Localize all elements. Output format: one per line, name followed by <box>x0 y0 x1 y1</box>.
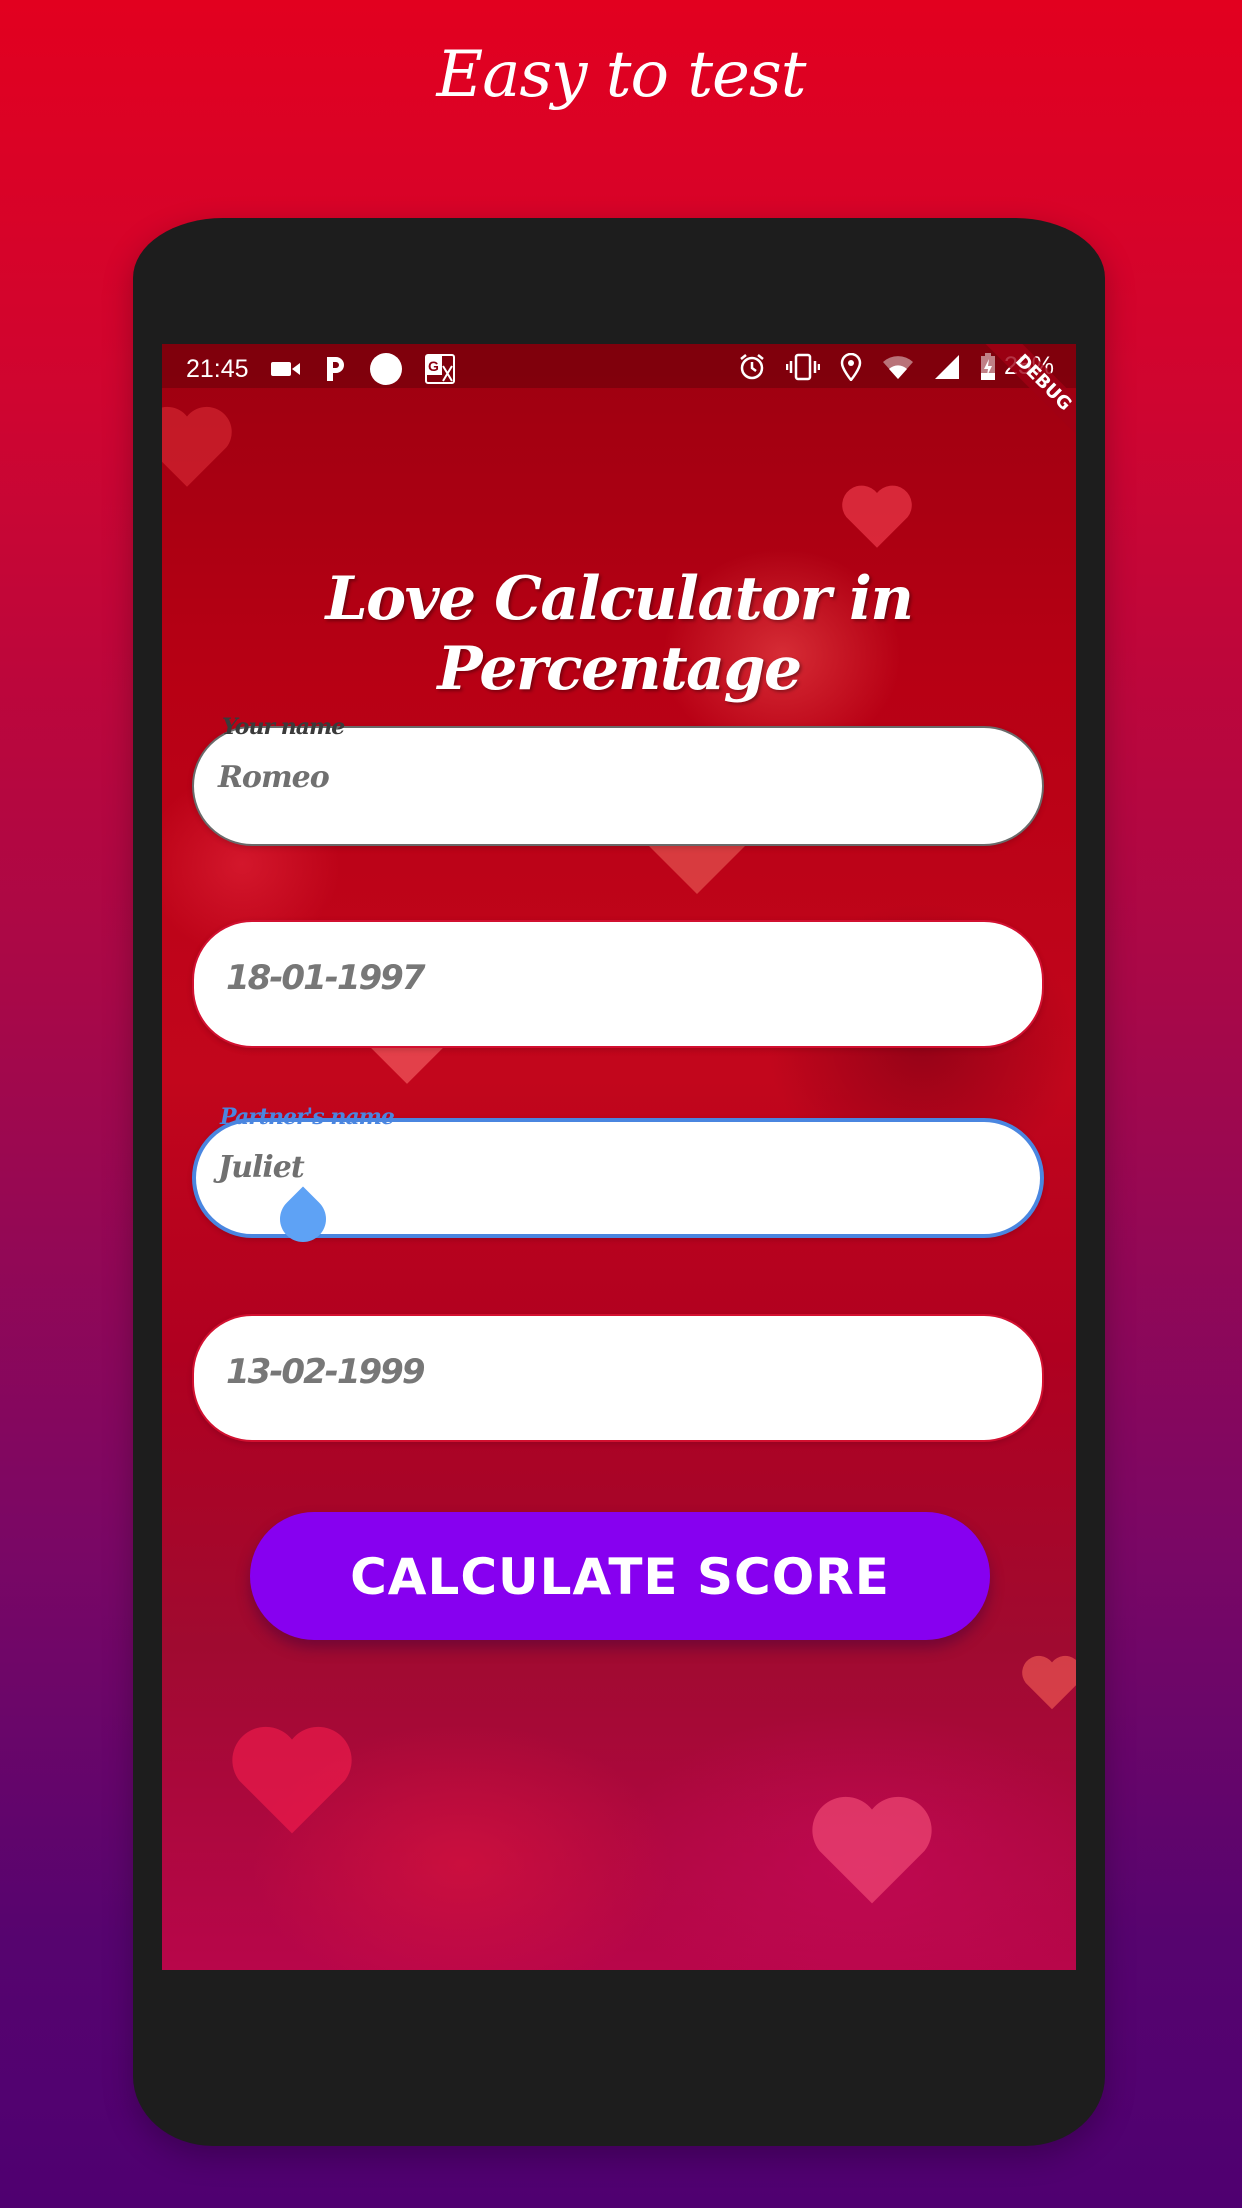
partner-birthdate-value[interactable]: 13-02-1999 <box>226 1352 425 1392</box>
text-cursor-handle[interactable] <box>270 1186 336 1252</box>
status-time: 21:45 <box>186 354 249 383</box>
partner-name-field[interactable]: Partner's name Juliet <box>192 1104 1044 1252</box>
app-screen: 21:45 G DEBUG Love Calculator in Percent… <box>162 344 1076 1970</box>
location-icon <box>840 352 862 381</box>
heart-decoration <box>232 1726 352 1834</box>
your-name-label: Your name <box>222 714 345 740</box>
calculate-score-button[interactable]: CALCULATE SCORE <box>250 1512 990 1640</box>
your-name-value[interactable]: Romeo <box>218 760 330 795</box>
heart-decoration <box>842 485 912 548</box>
svg-text:G: G <box>428 358 439 374</box>
app-title: Love Calculator in Percentage <box>325 564 914 704</box>
vibrate-icon <box>785 353 820 381</box>
wifi-icon <box>882 354 914 380</box>
partner-name-label: Partner's name <box>220 1104 395 1130</box>
your-name-field[interactable]: Your name Romeo <box>192 714 1044 846</box>
heart-decoration <box>812 1796 932 1904</box>
alarm-icon <box>738 353 766 381</box>
parking-app-icon <box>323 355 347 383</box>
your-birthdate-field[interactable]: 18-01-1997 <box>192 920 1044 1048</box>
battery-charging-icon <box>980 352 996 381</box>
translate-icon: G <box>424 354 455 384</box>
heart-decoration <box>1022 1655 1076 1710</box>
partner-birthdate-field[interactable]: 13-02-1999 <box>192 1314 1044 1442</box>
partner-name-value[interactable]: Juliet <box>218 1150 305 1185</box>
video-camera-icon <box>270 359 301 379</box>
your-birthdate-value[interactable]: 18-01-1997 <box>226 958 425 998</box>
status-bar: 21:45 G DEBUG <box>162 344 1076 446</box>
heart-decoration <box>162 406 232 487</box>
promo-title: Easy to test <box>436 38 807 112</box>
circle-notification-icon <box>369 352 403 386</box>
cell-signal-icon <box>934 354 960 380</box>
